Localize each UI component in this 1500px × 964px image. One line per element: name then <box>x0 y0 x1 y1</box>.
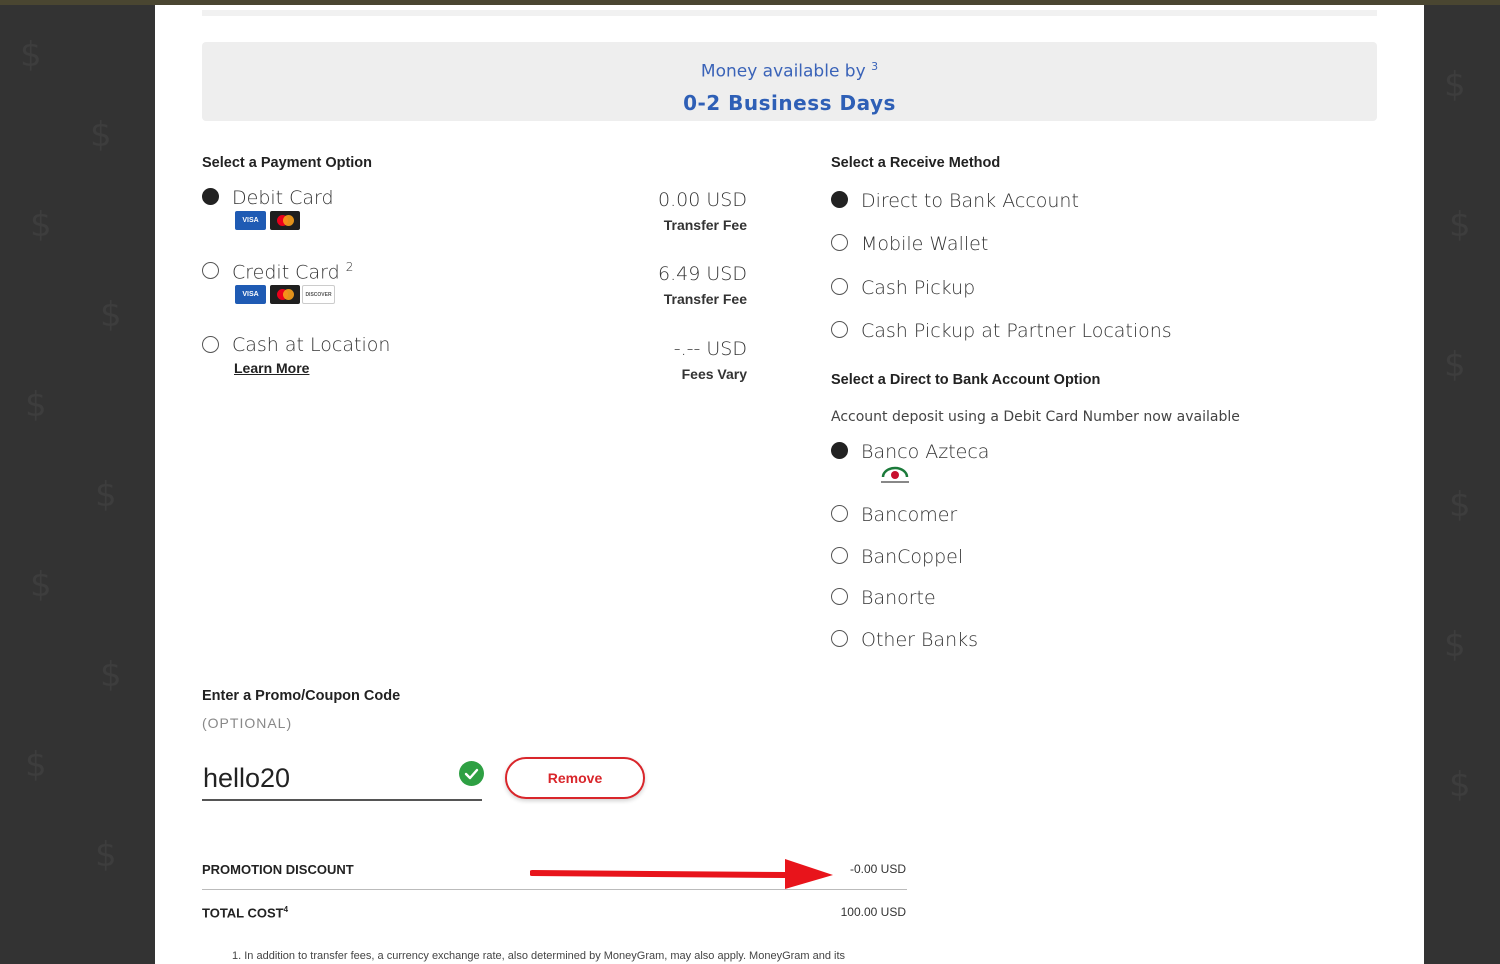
availability-box: Money available by 3 0-2 Business Days <box>202 42 1377 121</box>
check-icon <box>459 761 484 786</box>
footnote-ref: 3 <box>871 60 879 73</box>
summary-divider <box>202 889 907 890</box>
dollar-icon: $ <box>25 385 47 425</box>
receive-option-cash-pickup[interactable]: Cash Pickup <box>861 277 975 299</box>
radio-direct-to-bank[interactable] <box>831 191 848 208</box>
main-panel: Money available by 3 0-2 Business Days S… <box>155 5 1424 964</box>
radio-bancoppel[interactable] <box>831 547 848 564</box>
fee-label-debit: Transfer Fee <box>663 217 747 233</box>
dollar-icon: $ <box>100 655 122 695</box>
bank-option-other-banks[interactable]: Other Banks <box>861 629 978 651</box>
receive-option-direct-to-bank[interactable]: Direct to Bank Account <box>861 190 1079 212</box>
fee-label-credit: Transfer Fee <box>663 291 747 307</box>
availability-label: Money available by 3 <box>700 60 879 82</box>
radio-banorte[interactable] <box>831 588 848 605</box>
payment-section-title: Select a Payment Option <box>202 155 373 171</box>
learn-more-link[interactable]: Learn More <box>234 360 309 376</box>
dollar-icon: $ <box>1444 625 1466 665</box>
availability-value: 0-2 Business Days <box>683 91 896 115</box>
radio-mobile-wallet[interactable] <box>831 234 848 251</box>
promo-section-title: Enter a Promo/Coupon Code <box>202 688 401 704</box>
dollar-icon: $ <box>1444 345 1466 385</box>
visa-icon: VISA <box>235 211 266 230</box>
bank-option-bancomer[interactable]: Bancomer <box>861 504 957 526</box>
dollar-icon: $ <box>25 745 47 785</box>
bank-section-title: Select a Direct to Bank Account Option <box>831 372 1101 388</box>
payment-option-cash-at-location[interactable]: Cash at Location <box>232 334 390 356</box>
remove-promo-button[interactable]: Remove <box>505 757 645 799</box>
divider <box>202 10 1377 16</box>
dollar-icon: $ <box>1449 485 1471 525</box>
dollar-icon: $ <box>30 565 52 605</box>
fee-amount-cash: -.-- USD <box>673 338 747 360</box>
background-pattern-right: $ $ $ $ $ $ <box>1424 5 1500 964</box>
fee-label-cash: Fees Vary <box>681 366 747 382</box>
dollar-icon: $ <box>90 115 112 155</box>
discover-icon: DISCOVER <box>302 285 335 304</box>
background-pattern-left: $ $ $ $ $ $ $ $ $ $ <box>0 5 155 964</box>
radio-credit-card[interactable] <box>202 262 219 279</box>
footnote-text: 1. In addition to transfer fees, a curre… <box>232 950 846 962</box>
dollar-icon: $ <box>20 35 42 75</box>
red-arrow-annotation <box>530 859 833 889</box>
dollar-icon: $ <box>30 205 52 245</box>
radio-banco-azteca[interactable] <box>831 442 848 459</box>
receive-option-mobile-wallet[interactable]: Mobile Wallet <box>861 233 988 255</box>
dollar-icon: $ <box>95 475 117 515</box>
dollar-icon: $ <box>95 835 117 875</box>
mastercard-icon <box>270 285 300 304</box>
promo-code-input[interactable] <box>202 758 482 801</box>
radio-bancomer[interactable] <box>831 505 848 522</box>
visa-icon: VISA <box>235 285 266 304</box>
receive-section-title: Select a Receive Method <box>831 155 1001 171</box>
dollar-icon: $ <box>1449 765 1471 805</box>
bank-option-bancoppel[interactable]: BanCoppel <box>861 546 963 568</box>
dollar-icon: $ <box>1449 205 1471 245</box>
radio-cash-at-location[interactable] <box>202 336 219 353</box>
dollar-icon: $ <box>100 295 122 335</box>
promo-optional-label: (OPTIONAL) <box>202 715 293 731</box>
radio-debit-card[interactable] <box>202 188 219 205</box>
bank-option-banco-azteca[interactable]: Banco Azteca <box>861 441 989 463</box>
payment-option-credit-card[interactable]: Credit Card 2 <box>232 260 353 283</box>
mastercard-icon <box>270 211 300 230</box>
payment-option-debit-card[interactable]: Debit Card <box>232 187 334 209</box>
radio-cash-pickup[interactable] <box>831 278 848 295</box>
fee-amount-credit: 6.49 USD <box>658 263 747 285</box>
banco-azteca-logo-icon <box>881 466 909 483</box>
promotion-discount-label: PROMOTION DISCOUNT <box>202 862 354 877</box>
radio-cash-pickup-partner[interactable] <box>831 321 848 338</box>
bank-info-text: Account deposit using a Debit Card Numbe… <box>831 409 1240 425</box>
receive-option-cash-pickup-partner[interactable]: Cash Pickup at Partner Locations <box>861 320 1172 342</box>
dollar-icon: $ <box>1444 65 1466 105</box>
total-cost-label: TOTAL COST4 <box>202 905 289 921</box>
total-cost-value: 100.00 USD <box>840 905 906 919</box>
bank-option-banorte[interactable]: Banorte <box>861 587 936 609</box>
radio-other-banks[interactable] <box>831 630 848 647</box>
fee-amount-debit: 0.00 USD <box>658 189 747 211</box>
